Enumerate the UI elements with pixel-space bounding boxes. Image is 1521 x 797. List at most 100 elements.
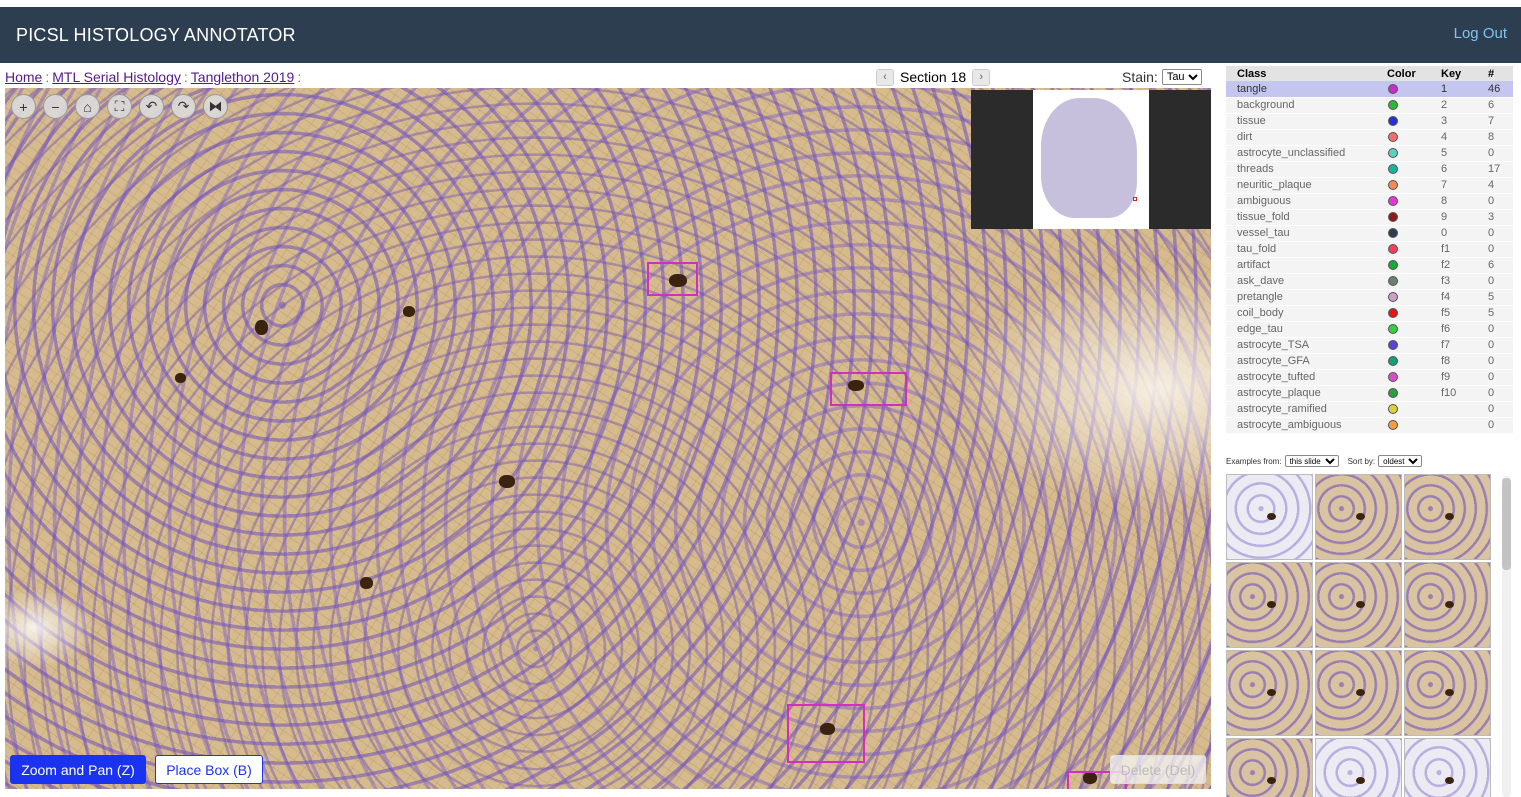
annotation-box[interactable] [787, 704, 865, 763]
annotation-box[interactable] [647, 262, 698, 296]
class-color-swatch [1388, 116, 1398, 127]
breadcrumb-project-link[interactable]: MTL Serial Histology [52, 69, 181, 85]
prev-section-button[interactable]: ‹ [876, 68, 894, 86]
sort-by-select[interactable]: oldest [1378, 455, 1423, 467]
example-thumbnail[interactable] [1315, 562, 1402, 648]
rotate-right-icon[interactable]: ↷ [171, 94, 196, 119]
thumbnail-neuron [1267, 689, 1276, 696]
example-thumbnail[interactable] [1226, 650, 1313, 736]
breadcrumb-separator: : [297, 69, 302, 85]
class-color-cell [1376, 113, 1430, 130]
class-key: f1 [1430, 241, 1477, 258]
class-count: 0 [1477, 353, 1513, 370]
class-count: 0 [1477, 337, 1513, 354]
class-row-dirt[interactable]: dirt 4 8 [1226, 129, 1513, 146]
class-color-swatch [1388, 132, 1398, 143]
class-count: 8 [1477, 129, 1513, 146]
zoom-in-icon[interactable]: + [11, 94, 36, 119]
examples-from-select[interactable]: this slide [1284, 455, 1339, 467]
thumbnail-neuron [1356, 689, 1365, 696]
class-row-astrocyte_ramified[interactable]: astrocyte_ramified 0 [1226, 401, 1513, 418]
class-row-artifact[interactable]: artifact f2 6 [1226, 257, 1513, 274]
class-color-cell [1376, 161, 1430, 178]
next-section-button[interactable]: › [972, 68, 991, 86]
slide-overview-navigator[interactable] [971, 90, 1211, 229]
class-row-astrocyte_GFA[interactable]: astrocyte_GFA f8 0 [1226, 353, 1513, 370]
example-thumbnail[interactable] [1315, 650, 1402, 736]
class-row-astrocyte_unclassified[interactable]: astrocyte_unclassified 5 0 [1226, 145, 1513, 162]
class-count: 0 [1477, 321, 1513, 338]
class-row-tau_fold[interactable]: tau_fold f1 0 [1226, 241, 1513, 258]
class-row-neuritic_plaque[interactable]: neuritic_plaque 7 4 [1226, 177, 1513, 194]
class-row-astrocyte_ambiguous[interactable]: astrocyte_ambiguous 0 [1226, 417, 1513, 434]
class-color-cell [1376, 417, 1430, 434]
class-color-swatch [1388, 228, 1398, 239]
class-name: astrocyte_plaque [1226, 385, 1376, 402]
class-color-cell [1376, 177, 1430, 194]
class-name: astrocyte_ramified [1226, 401, 1376, 418]
class-color-cell [1376, 129, 1430, 146]
rotate-left-icon[interactable]: ↶ [139, 94, 164, 119]
flip-icon[interactable]: ⧓ [203, 94, 228, 119]
class-table-header: Class Color Key # [1226, 66, 1513, 81]
class-color-cell [1376, 193, 1430, 210]
class-row-astrocyte_plaque[interactable]: astrocyte_plaque f10 0 [1226, 385, 1513, 402]
example-thumbnail[interactable] [1404, 738, 1491, 797]
class-row-background[interactable]: background 2 6 [1226, 97, 1513, 114]
class-key: 0 [1430, 225, 1477, 242]
class-color-swatch [1388, 388, 1398, 399]
class-color-swatch [1388, 308, 1398, 319]
class-count: 46 [1477, 81, 1513, 98]
examples-from-label: Examples from: [1226, 456, 1282, 466]
class-row-tissue[interactable]: tissue 3 7 [1226, 113, 1513, 130]
example-thumbnail[interactable] [1404, 474, 1491, 560]
slide-viewer[interactable]: + − ⌂ ⛶ ↶ ↷ ⧓ [5, 88, 1211, 789]
class-name: ambiguous [1226, 193, 1376, 210]
thumbnail-scrollbar-thumb[interactable] [1502, 478, 1511, 570]
class-row-threads[interactable]: threads 6 17 [1226, 161, 1513, 178]
class-color-cell [1376, 289, 1430, 306]
class-table: Class Color Key # tangle 1 46 background 2 6 t… [1226, 66, 1513, 434]
example-thumbnail[interactable] [1226, 738, 1313, 797]
example-thumbnail[interactable] [1404, 562, 1491, 648]
fullscreen-icon[interactable]: ⛶ [107, 94, 132, 119]
class-count: 7 [1477, 113, 1513, 130]
annotation-box[interactable] [830, 372, 907, 406]
class-name: edge_tau [1226, 321, 1376, 338]
delete-button[interactable]: Delete (Del) [1110, 755, 1206, 784]
class-row-edge_tau[interactable]: edge_tau f6 0 [1226, 321, 1513, 338]
breadcrumb-home-link[interactable]: Home [5, 69, 42, 85]
class-color-cell [1376, 81, 1430, 98]
example-thumbnail[interactable] [1315, 738, 1402, 797]
example-thumbnail[interactable] [1226, 562, 1313, 648]
class-row-tangle[interactable]: tangle 1 46 [1226, 81, 1513, 98]
stain-select[interactable]: Tau [1161, 69, 1202, 85]
count-column-header: # [1477, 66, 1513, 81]
example-thumbnail[interactable] [1404, 650, 1491, 736]
class-row-tissue_fold[interactable]: tissue_fold 9 3 [1226, 209, 1513, 226]
example-thumbnail[interactable] [1226, 474, 1313, 560]
class-color-swatch [1388, 372, 1398, 383]
stain-label: Stain: [1122, 69, 1158, 85]
class-color-swatch [1388, 404, 1398, 415]
place-box-button[interactable]: Place Box (B) [155, 755, 263, 784]
class-row-pretangle[interactable]: pretangle f4 5 [1226, 289, 1513, 306]
class-row-ask_dave[interactable]: ask_dave f3 0 [1226, 273, 1513, 290]
class-color-swatch [1388, 244, 1398, 255]
logout-link[interactable]: Log Out [1454, 25, 1507, 42]
zoom-pan-button[interactable]: Zoom and Pan (Z) [10, 755, 146, 784]
class-row-astrocyte_tufted[interactable]: astrocyte_tufted f9 0 [1226, 369, 1513, 386]
class-key: 3 [1430, 113, 1477, 130]
class-row-vessel_tau[interactable]: vessel_tau 0 0 [1226, 225, 1513, 242]
class-color-cell [1376, 401, 1430, 418]
class-row-coil_body[interactable]: coil_body f5 5 [1226, 305, 1513, 322]
home-icon[interactable]: ⌂ [75, 94, 100, 119]
zoom-out-icon[interactable]: − [43, 94, 68, 119]
breadcrumb-separator: : [183, 69, 188, 85]
breadcrumb-task-link[interactable]: Tanglethon 2019 [191, 69, 295, 85]
class-row-ambiguous[interactable]: ambiguous 8 0 [1226, 193, 1513, 210]
class-color-swatch [1388, 180, 1398, 191]
example-thumbnail[interactable] [1315, 474, 1402, 560]
class-key: f7 [1430, 337, 1477, 354]
class-row-astrocyte_TSA[interactable]: astrocyte_TSA f7 0 [1226, 337, 1513, 354]
